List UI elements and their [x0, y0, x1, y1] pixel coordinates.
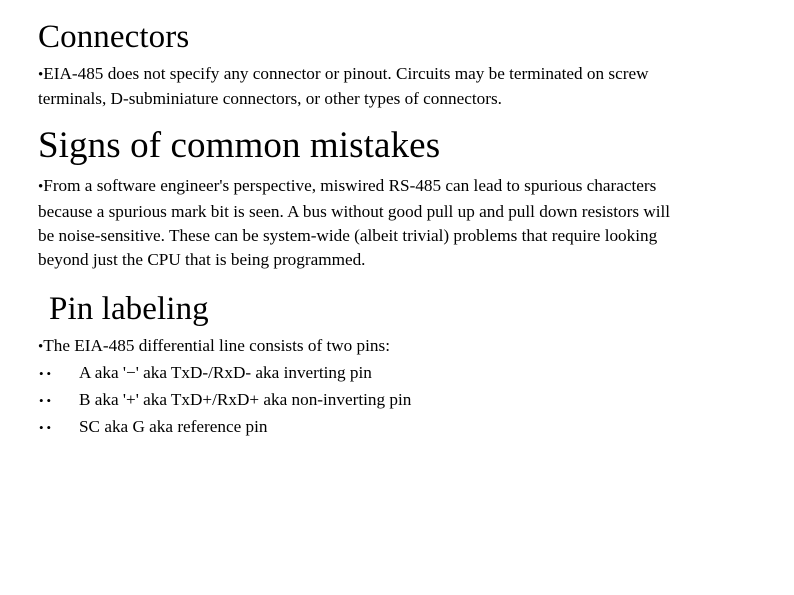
pin-item-label-sc: SC aka G aka reference pin: [79, 417, 268, 437]
mistakes-body-text: From a software engineer's perspective, …: [38, 176, 671, 270]
connectors-bullet: •EIA-485 does not specify any connector …: [38, 62, 683, 111]
pin-labeling-intro-text: The EIA-485 differential line consists o…: [43, 336, 390, 356]
connectors-body-text: EIA-485 does not specify any connector o…: [38, 64, 649, 109]
slide-content: Connectors •EIA-485 does not specify any…: [38, 18, 686, 441]
list-item: •• SC aka G aka reference pin: [38, 414, 686, 441]
pin-labeling-intro-bullet: •The EIA-485 differential line consists …: [38, 334, 686, 359]
list-item: •• B aka '+' aka TxD+/RxD+ aka non-inver…: [38, 387, 686, 414]
pin-item-label-a: A aka '−' aka TxD-/RxD- aka inverting pi…: [79, 363, 372, 383]
section-heading-pin-labeling: Pin labeling: [49, 291, 209, 328]
mistakes-bullet: •From a software engineer's perspective,…: [38, 174, 686, 272]
double-bullet-icon: ••: [39, 366, 55, 382]
section-heading-signs-of-common-mistakes: Signs of common mistakes: [38, 125, 441, 167]
slide: Connectors •EIA-485 does not specify any…: [0, 0, 794, 595]
section-heading-connectors: Connectors: [38, 19, 190, 55]
pin-item-label-b: B aka '+' aka TxD+/RxD+ aka non-invertin…: [79, 390, 412, 410]
double-bullet-icon: ••: [39, 393, 55, 409]
list-item: •• A aka '−' aka TxD-/RxD- aka inverting…: [38, 360, 686, 387]
double-bullet-icon: ••: [39, 420, 55, 436]
